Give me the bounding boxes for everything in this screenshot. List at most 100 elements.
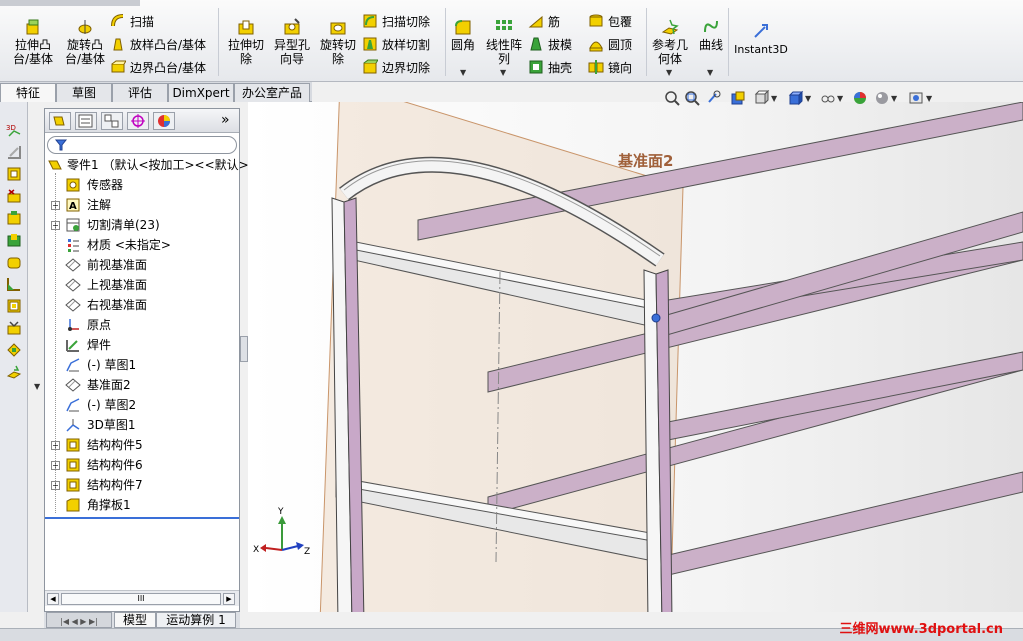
- tab-model[interactable]: 模型: [114, 612, 156, 628]
- draft-button[interactable]: 拔模: [528, 35, 572, 55]
- weldment-toolbar-icon[interactable]: [6, 144, 22, 160]
- boundary-cut-button[interactable]: 边界切除: [362, 58, 430, 78]
- tree-item-label: (-) 草图1: [87, 358, 137, 372]
- sweep-button[interactable]: 扫描: [110, 12, 154, 32]
- hide-show-items-icon[interactable]: [820, 90, 836, 106]
- tab-features[interactable]: 特征: [0, 83, 56, 102]
- left-toolbar-more-arrow[interactable]: ▼: [34, 382, 40, 391]
- tree-item[interactable]: 零件1 （默认<按加工><<默认>: [45, 155, 249, 175]
- tree-item[interactable]: 原点: [45, 315, 239, 335]
- instant3d-button[interactable]: Instant3D: [732, 18, 790, 57]
- tree-item[interactable]: + A 注解: [45, 195, 239, 215]
- 3d-sketch-toolbar-icon[interactable]: 3D: [6, 122, 22, 138]
- graphics-area[interactable]: 基准面2 Y X Z: [248, 102, 1023, 612]
- part-icon: [48, 160, 62, 170]
- hide-show-dropdown-arrow[interactable]: ▼: [837, 94, 843, 103]
- tree-item[interactable]: 材质 <未指定>: [45, 235, 239, 255]
- tree-item[interactable]: (-) 草图2: [45, 395, 239, 415]
- reference-geometry-button[interactable]: 参考几 何体: [648, 14, 692, 66]
- sweep-cut-button[interactable]: 扫描切除: [362, 12, 430, 32]
- linear-pattern-dropdown-arrow[interactable]: ▼: [500, 68, 506, 77]
- tree-item[interactable]: + 切割清单(23): [45, 215, 239, 235]
- tree-item[interactable]: 右视基准面: [45, 295, 239, 315]
- curves-dropdown-arrow[interactable]: ▼: [707, 68, 713, 77]
- tab-dimxpert[interactable]: DimXpert: [168, 83, 234, 102]
- extrude-boss-button[interactable]: 拉伸凸 台/基体: [8, 14, 58, 66]
- curves-icon: [704, 20, 718, 33]
- tree-item[interactable]: 焊件: [45, 335, 239, 355]
- tab-sketch[interactable]: 草图: [56, 83, 112, 102]
- revolve-cut-button[interactable]: 旋转切 除: [316, 14, 360, 66]
- view-orientation-icon[interactable]: [754, 90, 770, 106]
- gusset-toolbar-icon[interactable]: [6, 276, 22, 292]
- weld-bead-toolbar-icon[interactable]: [6, 320, 22, 336]
- tree-item[interactable]: 基准面2: [45, 375, 239, 395]
- feature-tree-horizontal-scrollbar[interactable]: ◀ III ▶: [45, 590, 239, 606]
- dimxpert-manager-tab[interactable]: [127, 112, 149, 130]
- zoom-to-fit-icon[interactable]: [664, 90, 680, 106]
- expand-panel-icon[interactable]: »: [221, 112, 230, 128]
- display-style-dropdown-arrow[interactable]: ▼: [805, 94, 811, 103]
- view-settings-icon[interactable]: [908, 90, 924, 106]
- tree-item-label: 材质 <未指定>: [87, 238, 171, 252]
- rib-button[interactable]: 筋: [528, 12, 560, 32]
- previous-view-icon[interactable]: [706, 90, 722, 106]
- zoom-to-area-icon[interactable]: [684, 90, 700, 106]
- tree-item[interactable]: 传感器: [45, 175, 239, 195]
- tree-item[interactable]: 前视基准面: [45, 255, 239, 275]
- hole-wizard-button[interactable]: 异型孔 向导: [270, 14, 314, 66]
- tab-evaluate[interactable]: 评估: [112, 83, 168, 102]
- end-cap-toolbar-icon[interactable]: [6, 298, 22, 314]
- loft-boss-button[interactable]: 放样凸台/基体: [110, 35, 206, 55]
- feature-manager-tab[interactable]: [49, 112, 71, 130]
- tree-item[interactable]: + 结构构件5: [45, 435, 239, 455]
- scroll-right-arrow[interactable]: ▶: [223, 593, 235, 605]
- extruded-cut-toolbar-icon[interactable]: [6, 232, 22, 248]
- hole-toolbar-icon[interactable]: [6, 342, 22, 358]
- revolve-boss-button[interactable]: 旋转凸 台/基体: [60, 14, 110, 66]
- apply-scene-dropdown-arrow[interactable]: ▼: [891, 94, 897, 103]
- tree-item[interactable]: 上视基准面: [45, 275, 239, 295]
- section-view-icon[interactable]: [730, 90, 746, 106]
- panel-collapse-handle[interactable]: [240, 336, 248, 362]
- tab-scroll-arrows[interactable]: |◀ ◀ ▶ ▶|: [46, 612, 112, 628]
- property-manager-tab[interactable]: [75, 112, 97, 130]
- configuration-manager-tab[interactable]: [101, 112, 123, 130]
- view-settings-dropdown-arrow[interactable]: ▼: [926, 94, 932, 103]
- scroll-left-arrow[interactable]: ◀: [47, 593, 59, 605]
- display-style-icon[interactable]: [788, 90, 804, 106]
- shell-button[interactable]: 抽壳: [528, 58, 572, 78]
- extruded-boss-toolbar-icon[interactable]: [6, 210, 22, 226]
- scroll-thumb[interactable]: III: [61, 593, 221, 605]
- shell-icon: [529, 60, 543, 74]
- edit-appearance-icon[interactable]: [852, 90, 868, 106]
- tree-item[interactable]: + 结构构件7: [45, 475, 239, 495]
- view-orientation-dropdown-arrow[interactable]: ▼: [771, 94, 777, 103]
- wrap-button[interactable]: 包覆: [588, 12, 632, 32]
- tab-office-products[interactable]: 办公室产品: [234, 83, 310, 102]
- tree-item[interactable]: (-) 草图1: [45, 355, 239, 375]
- boundary-boss-button[interactable]: 边界凸台/基体: [110, 58, 206, 78]
- mirror-button[interactable]: 镜向: [588, 58, 632, 78]
- trim-extend-toolbar-icon[interactable]: [6, 188, 22, 204]
- reference-geometry-dropdown-arrow[interactable]: ▼: [666, 68, 672, 77]
- feature-tree-filter[interactable]: [47, 136, 237, 154]
- rollback-bar[interactable]: [45, 517, 239, 519]
- dome-button[interactable]: 圆顶: [588, 35, 632, 55]
- fillet-dropdown-arrow[interactable]: ▼: [460, 68, 466, 77]
- structural-member-toolbar-icon[interactable]: [6, 166, 22, 182]
- apply-scene-icon[interactable]: [874, 90, 890, 106]
- display-manager-tab[interactable]: [153, 112, 175, 130]
- selection-point[interactable]: [651, 313, 661, 323]
- extrude-cut-button[interactable]: 拉伸切 除: [224, 14, 268, 66]
- fillet-button[interactable]: 圆角: [448, 14, 478, 52]
- loft-cut-button[interactable]: 放样切割: [362, 35, 430, 55]
- reference-geometry-toolbar-icon[interactable]: [6, 364, 22, 380]
- linear-pattern-button[interactable]: 线性阵 列: [482, 14, 526, 66]
- tree-item[interactable]: + 结构构件6: [45, 455, 239, 475]
- tree-item[interactable]: 3D草图1: [45, 415, 239, 435]
- fillet-bead-toolbar-icon[interactable]: [6, 254, 22, 270]
- tree-item[interactable]: 角撑板1: [45, 495, 239, 515]
- curves-button[interactable]: 曲线: [696, 14, 726, 52]
- tab-motion-study-1[interactable]: 运动算例 1: [156, 612, 236, 628]
